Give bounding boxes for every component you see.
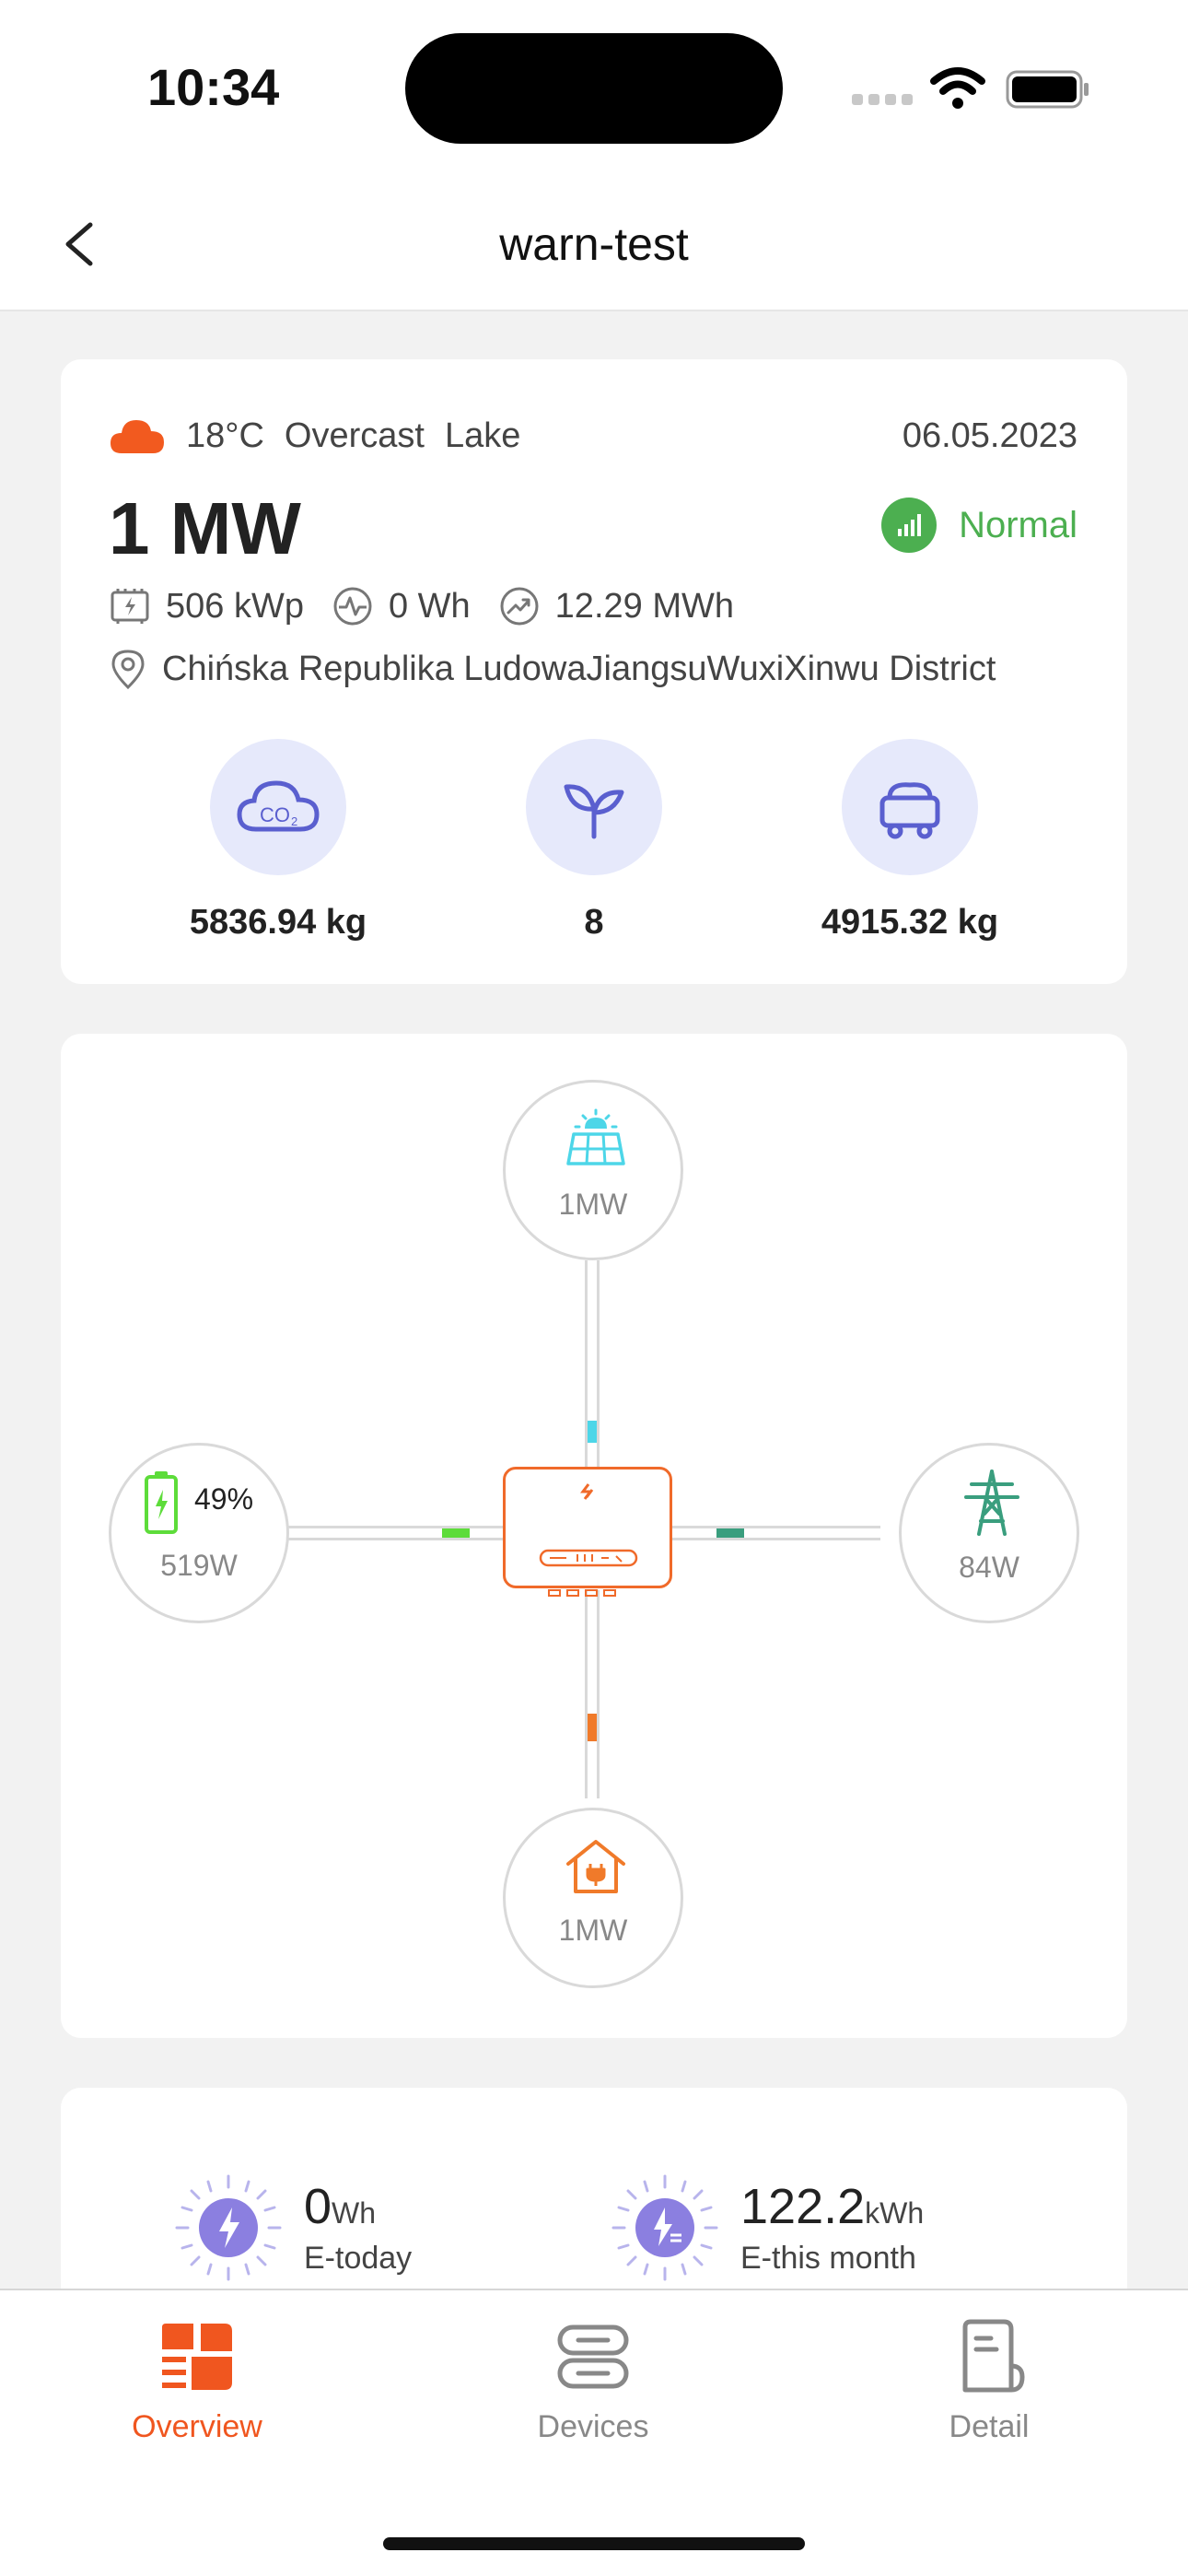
pulse-energy-icon [333,587,372,626]
weather-location: Lake [444,416,521,455]
solar-power: 1MW [558,1188,628,1221]
energy-today-unit: Wh [332,2196,377,2230]
coal-saved: 4915.32 kg [790,739,1030,943]
weather-condition: Overcast [284,416,425,455]
cellular-signal-icon [852,94,913,105]
plant-address: Chińska Republika LudowaJiangsuWuxiXinwu… [162,649,996,688]
date: 06.05.2023 [902,416,1077,455]
status-badge: Normal [881,498,1077,553]
energy-month-icon [611,2174,718,2281]
home-power: 1MW [558,1914,628,1947]
home-pipe [585,1590,600,1798]
grid-node[interactable]: 84W [899,1443,1079,1623]
battery-flow-indicator [442,1528,470,1538]
energy-month-unit: kWh [865,2196,925,2230]
signal-status-icon [881,498,938,553]
grid-flow-indicator [716,1528,744,1538]
solar-panel-power-icon [111,589,149,624]
cloud-icon [111,420,164,453]
plant-overview-card: 18°C Overcast Lake 06.05.2023 1 MW Norma… [61,359,1127,984]
temperature: 18°C [186,416,264,455]
stats-row: 506 kWp 0 Wh 12.29 MWh [109,585,762,627]
svg-text:2: 2 [291,814,297,828]
status-bar: 10:34 [0,0,1188,175]
energy-month-label: E-this month [740,2241,916,2276]
tab-overview-label: Overview [132,2409,262,2444]
solar-node[interactable]: 1MW [503,1080,683,1260]
svg-text:CO: CO [260,803,290,826]
battery-power: 519W [160,1549,238,1582]
status-text: Normal [959,504,1077,545]
grid-power: 84W [959,1551,1019,1584]
energy-month: 122.2kWh E-this month [608,2174,925,2285]
co2-icon: CO 2 [210,739,346,875]
tab-bar: Overview Devices Detail [0,2289,1188,2576]
energy-today-icon [175,2174,282,2281]
overview-icon [162,2324,232,2390]
detail-document-icon [962,2319,1025,2393]
dynamic-island [405,33,783,144]
trees-planted: 8 [474,739,714,943]
inverter-feet [548,1589,616,1597]
energy-flow-card: 1MW 49% 519W 84W 1MW [61,1034,1127,2038]
coal-cart-icon [842,739,978,875]
tab-detail[interactable]: Detail [888,2318,1090,2445]
tab-devices[interactable]: Devices [492,2318,694,2445]
weather-row: 18°C Overcast Lake [109,413,520,459]
inverter-icon[interactable] [503,1467,672,1597]
location-pin-icon [111,650,145,690]
devices-icon [557,2324,629,2389]
trend-up-icon [500,587,539,626]
energy-today-label: E-today [304,2241,413,2276]
solar-panel-icon [566,1108,625,1165]
total-energy: 12.29 MWh [554,586,734,626]
energy-today: 0Wh E-today [171,2174,413,2285]
trees-value: 8 [584,903,604,942]
status-time: 10:34 [147,58,280,116]
battery-icon [145,1471,178,1534]
solar-flow-indicator [588,1421,597,1443]
plant-capacity: 1 MW [109,487,301,569]
installed-power: 506 kWp [166,586,304,626]
home-indicator [383,2537,805,2550]
co2-value: 5836.94 kg [189,903,367,942]
home-flow-indicator [588,1714,597,1741]
tab-devices-label: Devices [537,2409,649,2444]
tab-detail-label: Detail [949,2409,1030,2444]
current-energy: 0 Wh [388,586,471,626]
coal-value: 4915.32 kg [821,903,999,942]
battery-status-icon [1006,70,1089,109]
seedling-icon [526,739,662,875]
navigation-bar: warn-test [0,175,1188,311]
tab-overview[interactable]: Overview [96,2318,298,2445]
page-title: warn-test [499,218,689,270]
energy-month-value: 122.2 [740,2179,866,2234]
power-tower-icon [964,1469,1019,1536]
grid-pipe [672,1526,880,1540]
address-row: Chińska Republika LudowaJiangsuWuxiXinwu… [109,647,996,691]
battery-node[interactable]: 49% 519W [109,1443,289,1623]
battery-soc: 49% [194,1482,254,1516]
wifi-icon [930,67,985,109]
home-node[interactable]: 1MW [503,1808,683,1988]
home-plug-icon [566,1840,625,1893]
energy-today-value: 0 [304,2179,332,2234]
co2-reduction: CO 2 5836.94 kg [158,739,398,943]
battery-pipe [287,1526,503,1540]
